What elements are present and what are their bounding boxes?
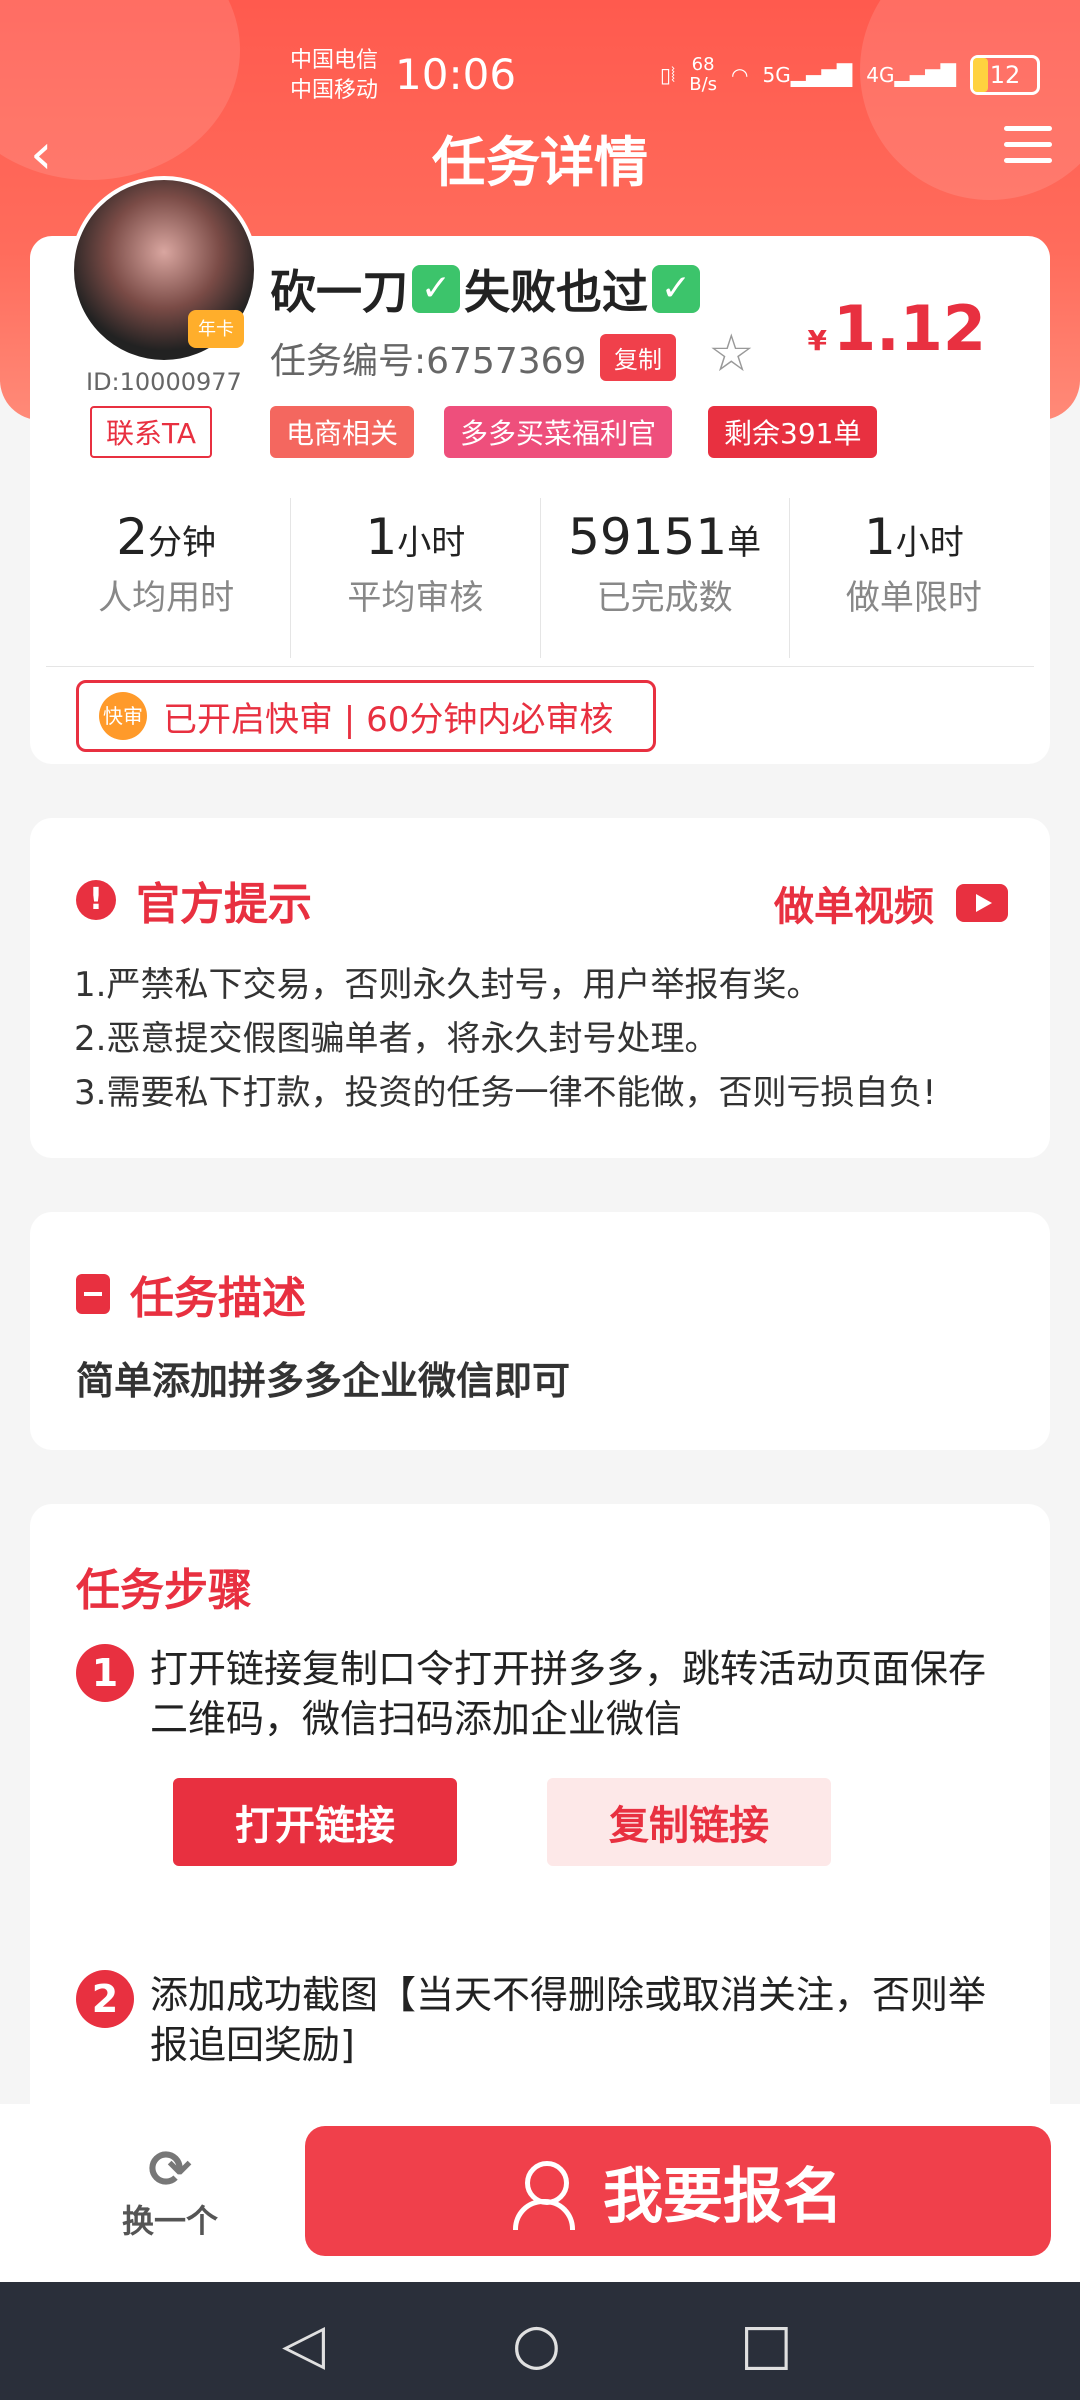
menu-icon[interactable] [1004, 126, 1052, 174]
carrier-2: 中国移动 [290, 78, 379, 103]
step-number: 1 [76, 1644, 134, 1702]
user-icon [513, 2161, 575, 2230]
description-text: 简单添加拼多多企业微信即可 [76, 1359, 571, 1403]
step-item: 1 打开链接复制口令打开拼多多，跳转活动页面保存二维码，微信扫码添加企业微信 [76, 1644, 990, 1744]
vibrate-icon: ▯⦚ [660, 63, 676, 87]
tag-remaining: 剩余391单 [708, 406, 878, 458]
system-nav-bar: ◁ ○ □ [0, 2282, 1080, 2400]
task-number: 任务编号:6757369 [270, 341, 587, 382]
play-video-icon [956, 884, 1008, 922]
home-circle-icon[interactable]: ○ [512, 2312, 561, 2377]
contact-button[interactable]: 联系TA [90, 406, 213, 458]
section-title: 任务描述 [130, 1273, 306, 1324]
signal-4g: 4G▂▄▆█ [866, 63, 956, 87]
star-icon[interactable]: ☆ [708, 324, 755, 384]
check-icon: ✓ [652, 265, 700, 313]
swap-task-button[interactable]: ⟳ 换一个 [110, 2144, 230, 2242]
signup-button[interactable]: 我要报名 [305, 2126, 1051, 2256]
official-tips-card: ! 官方提示 做单视频 1.严禁私下交易，否则永久封号，用户举报有奖。 2.恶意… [30, 818, 1050, 1158]
network-speed: 68 B/s [689, 54, 718, 95]
task-description-card: 任务描述 简单添加拼多多企业微信即可 [30, 1212, 1050, 1450]
check-icon: ✓ [412, 265, 460, 313]
recents-square-icon[interactable]: □ [740, 2312, 793, 2377]
bottom-action-bar: ⟳ 换一个 我要报名 [0, 2104, 1080, 2282]
battery-icon: 12 [970, 55, 1040, 95]
stat-item: 59151单 已完成数 [541, 498, 790, 658]
tag-category: 电商相关 [270, 406, 415, 458]
clock: 10:06 [395, 50, 517, 99]
step-text: 添加成功截图【当天不得删除或取消关注，否则举报追回奖励] [150, 1973, 987, 2067]
tip-item: 3.需要私下打款，投资的任务一律不能做，否则亏损自负! [74, 1073, 937, 1113]
step-text: 打开链接复制口令打开拼多多，跳转活动页面保存二维码，微信扫码添加企业微信 [150, 1647, 987, 1741]
wifi-icon: ◠ [731, 63, 749, 87]
stat-item: 2分钟 人均用时 [42, 498, 292, 658]
section-title: 官方提示 [136, 879, 312, 930]
carrier-1: 中国电信 [290, 48, 379, 73]
back-triangle-icon[interactable]: ◁ [282, 2312, 325, 2377]
user-id: ID:10000977 [86, 368, 242, 396]
refresh-icon: ⟳ [148, 2140, 192, 2200]
divider [46, 666, 1034, 667]
crown-badge: 年卡 [188, 310, 244, 348]
fast-review-banner: 快审 已开启快审 | 60分钟内必审核 [76, 680, 656, 752]
stats-row: 2分钟 人均用时 1小时 平均审核 59151单 已完成数 1小时 做单限时 [42, 498, 1038, 658]
document-icon [76, 1274, 110, 1314]
tip-item: 1.严禁私下交易，否则永久封号，用户举报有奖。 [74, 965, 821, 1005]
stat-item: 1小时 做单限时 [845, 508, 982, 618]
step-number: 2 [76, 1970, 134, 2028]
alert-icon: ! [76, 880, 116, 920]
copy-button[interactable]: 复制 [600, 334, 676, 381]
copy-link-button[interactable]: 复制链接 [547, 1778, 831, 1866]
tag-campaign: 多多买菜福利官 [444, 406, 673, 458]
task-steps-card: 任务步骤 1 打开链接复制口令打开拼多多，跳转活动页面保存二维码，微信扫码添加企… [30, 1504, 1050, 2104]
step-item: 2 添加成功截图【当天不得删除或取消关注，否则举报追回奖励] [76, 1970, 990, 2070]
section-title: 任务步骤 [76, 1565, 252, 1616]
open-link-button[interactable]: 打开链接 [173, 1778, 457, 1866]
stat-item: 1小时 平均审核 [291, 498, 541, 658]
price: ¥1.12 [807, 292, 986, 365]
video-tutorial-link[interactable]: 做单视频 [774, 874, 1008, 932]
tips-list: 1.严禁私下交易，否则永久封号，用户举报有奖。 2.恶意提交假图骗单者，将永久封… [74, 958, 936, 1120]
fast-review-icon: 快审 [99, 692, 147, 740]
task-title: 砍一刀 ✓ 失败也过 ✓ [270, 256, 704, 322]
tip-item: 2.恶意提交假图骗单者，将永久封号处理。 [74, 1019, 719, 1059]
signal-5g: 5G▂▄▆█ [762, 63, 853, 87]
task-summary-card: 年卡 ID:10000977 砍一刀 ✓ 失败也过 ✓ 任务编号:6757369… [30, 176, 1050, 764]
